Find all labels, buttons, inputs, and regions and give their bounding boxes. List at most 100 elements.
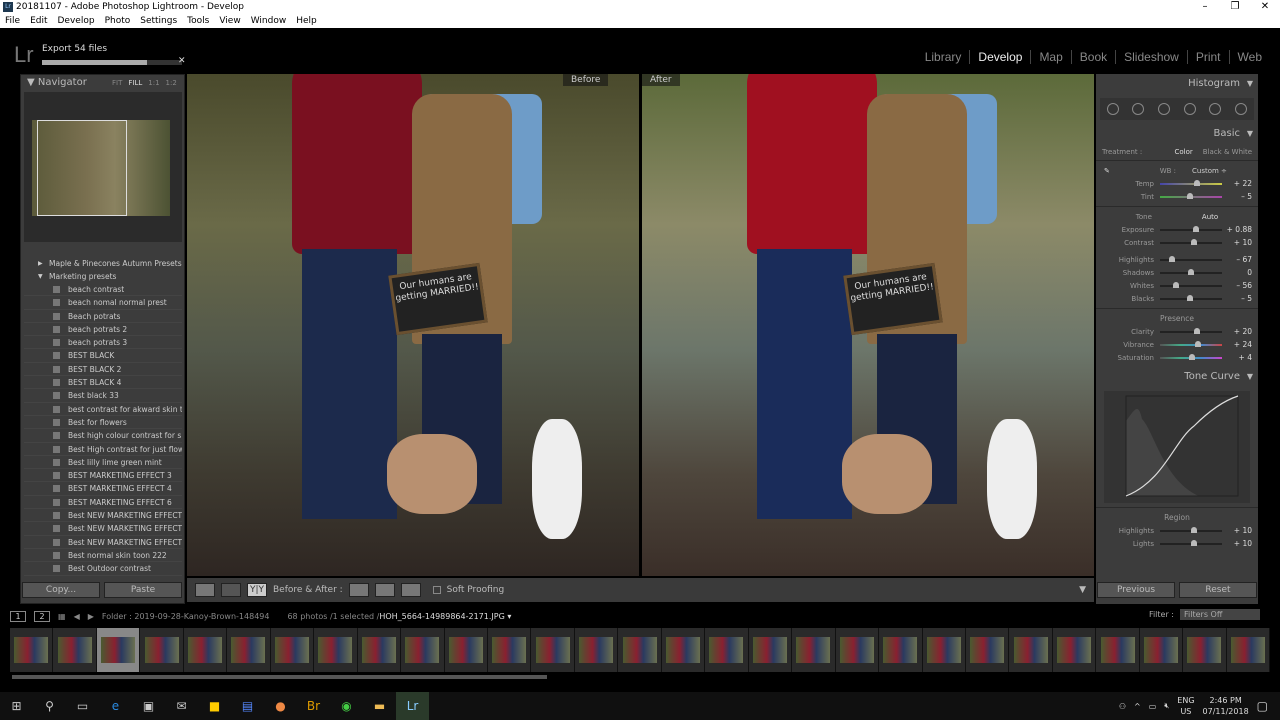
slider-value[interactable]: + 10 — [1222, 238, 1252, 247]
slider-temp[interactable] — [1160, 179, 1222, 186]
navigator-viewport[interactable] — [37, 120, 127, 216]
menu-tools[interactable]: Tools — [182, 14, 214, 28]
treatment-bw[interactable]: Black & White — [1203, 148, 1252, 156]
slider-thumb[interactable] — [1189, 353, 1196, 360]
navigator-header[interactable]: ▼ Navigator FITFILL1:11:2 ÷ — [21, 75, 184, 103]
slider-value[interactable]: – 5 — [1222, 192, 1252, 201]
filmstrip-thumbnail[interactable] — [183, 628, 228, 672]
file-explorer-icon[interactable]: ▬ — [363, 692, 396, 720]
radial-filter-icon[interactable] — [1209, 103, 1222, 115]
preset-item[interactable]: Best normal skin toon 222 — [24, 549, 182, 563]
module-book[interactable]: Book — [1070, 50, 1115, 64]
filmstrip-scrollbar[interactable] — [12, 675, 547, 679]
forward-arrow-icon[interactable]: ▶ — [88, 612, 94, 621]
filmstrip-thumbnail[interactable] — [748, 628, 793, 672]
filmstrip-thumbnail[interactable] — [835, 628, 880, 672]
toolbar-menu-icon[interactable]: ▼ — [1079, 585, 1086, 595]
filmstrip-thumbnail[interactable] — [1183, 628, 1227, 672]
filmstrip-thumbnail[interactable] — [792, 628, 836, 672]
language-indicator[interactable]: ENG US — [1177, 695, 1194, 717]
slider-thumb[interactable] — [1191, 526, 1198, 533]
cancel-export-icon[interactable]: ✕ — [178, 56, 186, 66]
red-eye-icon[interactable] — [1158, 103, 1171, 115]
mail-icon[interactable]: ✉ — [165, 692, 198, 720]
zoom-fit[interactable]: FIT — [112, 79, 122, 87]
task-view-icon[interactable]: ▭ — [66, 692, 99, 720]
slider-contrast[interactable] — [1160, 238, 1222, 245]
reset-button[interactable]: Reset — [1179, 582, 1257, 598]
filmstrip-thumbnail[interactable] — [661, 628, 706, 672]
filmstrip-thumbnail[interactable] — [574, 628, 619, 672]
slider-blacks[interactable] — [1160, 294, 1222, 301]
preset-folder[interactable]: ▶ Maple & Pinecones Autumn Presets — [24, 257, 182, 270]
zoom-1-1[interactable]: 1:1 — [148, 79, 159, 87]
menu-develop[interactable]: Develop — [53, 14, 100, 28]
preset-item[interactable]: BEST BLACK 2 — [24, 363, 182, 377]
main-window-button[interactable]: 1 — [10, 610, 26, 622]
module-slideshow[interactable]: Slideshow — [1115, 50, 1187, 64]
slider-value[interactable]: – 67 — [1222, 255, 1252, 264]
filmstrip-thumbnail[interactable] — [1139, 628, 1184, 672]
filmstrip-thumbnail[interactable] — [314, 628, 358, 672]
filmstrip-thumbnail[interactable] — [922, 628, 966, 672]
soft-proofing-checkbox[interactable] — [432, 586, 441, 594]
menu-help[interactable]: Help — [291, 14, 322, 28]
slider-exposure[interactable] — [1160, 225, 1222, 232]
auto-button[interactable]: Auto — [1202, 213, 1218, 221]
slider-value[interactable]: + 0.88 — [1222, 225, 1252, 234]
copy-button[interactable]: Copy... — [22, 582, 100, 598]
close-button[interactable]: ✕ — [1250, 0, 1280, 14]
loupe-view-button[interactable] — [195, 583, 215, 597]
menu-edit[interactable]: Edit — [25, 14, 52, 28]
tone-curve-header[interactable]: Tone Curve ▼ — [1096, 367, 1258, 387]
filmstrip-thumbnail[interactable] — [487, 628, 532, 672]
preset-item[interactable]: Best NEW MARKETING EFFECT 5 — [24, 536, 182, 549]
filmstrip-thumbnail[interactable] — [140, 628, 184, 672]
slider-value[interactable]: + 20 — [1222, 327, 1252, 336]
preset-item[interactable]: Best Outdoor contrast — [24, 562, 182, 576]
slider-value[interactable]: – 56 — [1222, 281, 1252, 290]
swap-before-after-button[interactable] — [400, 583, 421, 597]
slider-value[interactable]: + 10 — [1222, 539, 1252, 548]
slider-value[interactable]: + 24 — [1222, 340, 1252, 349]
slider-thumb[interactable] — [1172, 281, 1179, 288]
preset-item[interactable]: beach potrats 3 — [24, 336, 182, 350]
wb-select[interactable]: Custom ÷ — [1192, 167, 1227, 175]
filmstrip-thumbnail[interactable] — [401, 628, 445, 672]
filmstrip-thumbnail[interactable] — [965, 628, 1010, 672]
slider-thumb[interactable] — [1186, 192, 1193, 199]
slider-saturation[interactable] — [1160, 353, 1222, 360]
slider-lights[interactable] — [1160, 539, 1222, 546]
lightroom-taskbar-icon[interactable]: Lr — [396, 692, 429, 720]
windows-start-icon[interactable]: ⊞ — [0, 692, 33, 720]
filmstrip-thumbnail[interactable] — [10, 628, 54, 672]
preset-item[interactable]: beach potrats 2 — [24, 323, 182, 337]
brush-icon[interactable] — [1235, 103, 1248, 115]
slider-thumb[interactable] — [1191, 539, 1198, 546]
slider-whites[interactable] — [1160, 281, 1222, 288]
slider-thumb[interactable] — [1192, 225, 1199, 232]
previous-button[interactable]: Previous — [1097, 582, 1175, 598]
module-web[interactable]: Web — [1228, 50, 1270, 64]
preset-item[interactable]: beach contrast — [24, 283, 182, 297]
second-window-button[interactable]: 2 — [34, 610, 50, 622]
filmstrip-thumbnail[interactable] — [96, 628, 141, 672]
menu-settings[interactable]: Settings — [135, 14, 182, 28]
network-icon[interactable]: ▭ — [1149, 702, 1157, 711]
store-icon[interactable]: ▣ — [132, 692, 165, 720]
slider-tint[interactable] — [1160, 192, 1222, 199]
slider-value[interactable]: – 5 — [1222, 294, 1252, 303]
filmstrip-thumbnail[interactable] — [53, 628, 97, 672]
menu-file[interactable]: File — [0, 14, 25, 28]
slider-value[interactable]: 0 — [1222, 268, 1252, 277]
before-after-lr-button[interactable] — [221, 583, 241, 597]
image-view[interactable]: Our humans are getting MARRIED!! Our hum… — [187, 74, 1094, 576]
edge-icon[interactable]: e — [99, 692, 132, 720]
basic-header[interactable]: Basic ▼ — [1096, 124, 1258, 144]
preset-folder[interactable]: ▼ Marketing presets — [24, 270, 182, 283]
copy-after-to-before-button[interactable] — [374, 583, 395, 597]
slider-thumb[interactable] — [1195, 340, 1202, 347]
filmstrip-thumbnail[interactable] — [270, 628, 315, 672]
slider-shadows[interactable] — [1160, 268, 1222, 275]
preset-item[interactable]: BEST BLACK — [24, 349, 182, 363]
